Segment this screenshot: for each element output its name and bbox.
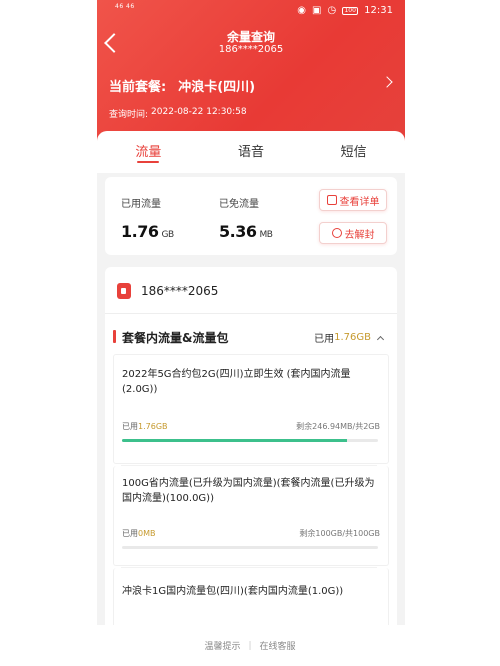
package-name: 冲浪卡1G国内流量包(四川)(套内国内流量(1.0G)) [122, 586, 344, 597]
status-bar: 46 46 ◉ ▣ ◷ 100 12:31 [97, 0, 405, 24]
unblock-button[interactable]: 去解封 [319, 222, 387, 244]
package-used-label: 已用 [122, 529, 138, 538]
package-progress-track [122, 439, 378, 442]
chevron-up-icon[interactable] [376, 335, 385, 343]
package-progress-track [122, 546, 378, 549]
package-progress-fill [122, 439, 348, 442]
section-accent-bar [113, 330, 116, 343]
tab-sms[interactable]: 短信 [302, 131, 405, 173]
free-data-label: 已免流量 [219, 199, 259, 210]
view-details-label: 查看详单 [339, 196, 380, 208]
free-data-value: 5.36 MB [219, 222, 273, 241]
free-data-number: 5.36 [219, 222, 257, 241]
package-name: 2022年5G合约包2G(四川)立即生效 (套内国内流量(2.0G)) [122, 369, 351, 395]
used-data-number: 1.76 [121, 222, 159, 241]
package-item: 冲浪卡1G国内流量包(四川)(套内国内流量(1.0G)) [113, 568, 389, 625]
section-header[interactable]: 套餐内流量&流量包 已用 1.76GB [105, 329, 397, 345]
free-data-unit: MB [259, 230, 273, 240]
tab-bar: 流量 语音 短信 [97, 131, 405, 173]
plan-label: 当前套餐: [109, 80, 167, 95]
chevron-right-icon[interactable] [381, 76, 393, 88]
lock-icon [331, 228, 342, 238]
free-data-block: 已免流量 5.36 MB [219, 195, 273, 241]
sim-card-icon [117, 283, 131, 299]
section-used-label: 已用 [314, 334, 335, 345]
query-time: 查询时间: 2022-08-22 12:30:58 [109, 107, 247, 120]
clock: 12:31 [364, 5, 393, 16]
package-used: 已用1.76GB [122, 421, 168, 432]
query-time-label: 查询时间: [109, 110, 149, 120]
section-title: 套餐内流量&流量包 [122, 331, 229, 345]
divider [105, 313, 397, 314]
header: 46 46 ◉ ▣ ◷ 100 12:31 余量查询 186****2065 当… [97, 0, 405, 150]
used-data-unit: GB [161, 230, 174, 240]
document-search-icon [326, 195, 337, 205]
package-remaining: 剩余100GB/共100GB [299, 529, 380, 538]
online-service-link[interactable]: 在线客服 [260, 639, 296, 652]
package-used-value: 1.76GB [138, 422, 168, 431]
footer: 温馨提示 | 在线客服 [0, 625, 500, 666]
current-plan[interactable]: 当前套餐: 冲浪卡(四川) [109, 76, 255, 95]
package-detail-card: 186****2065 套餐内流量&流量包 已用 1.76GB 2022年5G合约… [105, 267, 397, 625]
signal-indicators: 46 46 [115, 3, 135, 10]
view-details-button[interactable]: 查看详单 [319, 189, 387, 211]
tips-link[interactable]: 温馨提示 [204, 639, 240, 652]
query-time-value: 2022-08-22 12:30:58 [151, 107, 247, 117]
alarm-icon: ◷ [327, 5, 337, 16]
page-title: 余量查询 [226, 30, 275, 44]
unblock-label: 去解封 [344, 229, 375, 241]
vibrate-icon: ▣ [311, 5, 322, 16]
status-icons: ◉ ▣ ◷ 100 12:31 [297, 5, 393, 16]
header-phone-number: 186****2065 [218, 44, 284, 55]
used-data-block: 已用流量 1.76 GB [121, 195, 174, 241]
package-name: 100G省内流量(已升级为国内流量)(套餐内流量(已升级为国内流量)(100.0… [122, 478, 375, 504]
section-used-total: 已用 1.76GB [314, 330, 385, 345]
package-item: 100G省内流量(已升级为国内流量)(套餐内流量(已升级为国内流量)(100.0… [113, 466, 389, 566]
package-used: 已用0MB [122, 528, 155, 539]
package-item: 2022年5G合约包2G(四川)立即生效 (套内国内流量(2.0G)) 已用1.… [113, 354, 389, 464]
eye-icon: ◉ [297, 5, 306, 16]
tab-data[interactable]: 流量 [97, 131, 200, 173]
battery-icon: 100 [342, 6, 359, 15]
plan-name: 冲浪卡(四川) [178, 80, 256, 95]
used-data-label: 已用流量 [121, 199, 161, 210]
number-row: 186****2065 [117, 283, 218, 299]
section-used-value: 1.76GB [334, 332, 371, 343]
usage-summary-card: 已用流量 1.76 GB 已免流量 5.36 MB 查看详单 去解封 [105, 177, 397, 255]
package-used-value: 0MB [138, 529, 156, 538]
detail-phone-number: 186****2065 [141, 284, 219, 298]
used-data-value: 1.76 GB [121, 222, 174, 241]
tab-voice[interactable]: 语音 [200, 131, 303, 173]
footer-separator: | [248, 640, 252, 651]
package-remaining: 剩余246.94MB/共2GB [296, 422, 380, 431]
phone-screen: 46 46 ◉ ▣ ◷ 100 12:31 余量查询 186****2065 当… [97, 0, 405, 625]
package-used-label: 已用 [122, 422, 138, 431]
